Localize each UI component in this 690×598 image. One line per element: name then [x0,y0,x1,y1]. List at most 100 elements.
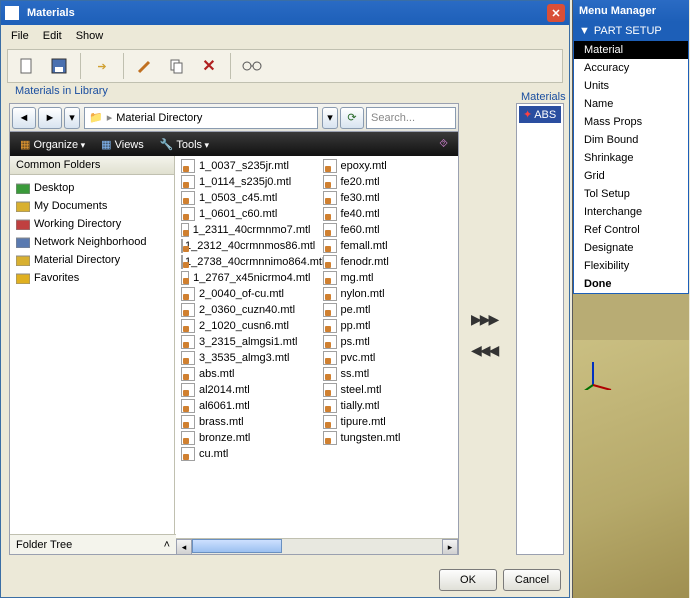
help-icon[interactable]: ⯑ [439,138,448,151]
axes-icon [583,360,613,390]
mtl-file-icon [181,175,195,189]
views-menu[interactable]: ▦ Views [101,138,144,151]
menu-file[interactable]: File [11,30,29,42]
file-item[interactable]: fe60.mtl [317,222,459,238]
titlebar[interactable]: Materials ✕ [1,1,569,25]
folder-item[interactable]: Favorites [12,269,172,287]
mm-item[interactable]: Ref Control [574,221,688,239]
cancel-button[interactable]: Cancel [503,569,561,591]
file-item[interactable]: nylon.mtl [317,286,459,302]
close-button[interactable]: ✕ [547,4,565,22]
menu-show[interactable]: Show [76,30,104,42]
folder-item[interactable]: Network Neighborhood [12,233,172,251]
file-item[interactable]: tially.mtl [317,398,459,414]
arrow-icon[interactable]: ➔ [91,55,113,77]
file-item[interactable]: 1_0503_c45.mtl [175,190,317,206]
file-item[interactable]: 1_2738_40crmnnimo864.mtl [175,254,317,270]
mm-item[interactable]: Tol Setup [574,185,688,203]
file-item[interactable]: 1_0037_s235jr.mtl [175,158,317,174]
mm-item[interactable]: Name [574,95,688,113]
refresh-button[interactable]: ⟳ [340,107,364,129]
mm-item[interactable]: Material [574,41,688,59]
mm-item[interactable]: Shrinkage [574,149,688,167]
file-item[interactable]: fenodr.mtl [317,254,459,270]
folder-item[interactable]: Working Directory [12,215,172,233]
remove-button[interactable]: ◀◀◀ [471,342,497,359]
file-item[interactable]: al6061.mtl [175,398,317,414]
file-item[interactable]: 2_1020_cusn6.mtl [175,318,317,334]
folder-item[interactable]: Desktop [12,179,172,197]
breadcrumb-dropdown[interactable]: ▾ [322,107,338,129]
scroll-right[interactable]: ▸ [442,539,458,555]
file-item[interactable]: 1_2311_40crmnmo7.mtl [175,222,317,238]
history-dropdown[interactable]: ▾ [64,107,80,129]
forward-button[interactable]: ► [38,107,62,129]
tools-menu[interactable]: 🔧 Tools [160,138,209,151]
ok-button[interactable]: OK [439,569,497,591]
organize-menu[interactable]: ▦ Organize [20,138,85,151]
file-item[interactable]: 2_0040_of-cu.mtl [175,286,317,302]
file-item[interactable]: pe.mtl [317,302,459,318]
mm-item[interactable]: Interchange [574,203,688,221]
file-item[interactable]: fe20.mtl [317,174,459,190]
file-item[interactable]: abs.mtl [175,366,317,382]
darkbar: ▦ Organize ▦ Views 🔧 Tools ⯑ [10,132,458,156]
file-item[interactable]: 3_2315_almgsi1.mtl [175,334,317,350]
file-item[interactable]: tungsten.mtl [317,430,459,446]
file-item[interactable]: fe30.mtl [317,190,459,206]
file-item[interactable]: steel.mtl [317,382,459,398]
file-item[interactable]: femall.mtl [317,238,459,254]
mtl-file-icon [181,287,195,301]
copy-icon[interactable] [166,55,188,77]
folder-item[interactable]: Material Directory [12,251,172,269]
back-button[interactable]: ◄ [12,107,36,129]
mm-item[interactable]: Grid [574,167,688,185]
file-item[interactable]: brass.mtl [175,414,317,430]
mtl-file-icon [323,239,337,253]
file-item[interactable]: tipure.mtl [317,414,459,430]
save-icon[interactable] [48,55,70,77]
glasses-icon[interactable] [241,55,263,77]
file-item[interactable]: 3_3535_almg3.mtl [175,350,317,366]
file-item[interactable]: bronze.mtl [175,430,317,446]
search-input[interactable]: Search... [366,107,456,129]
breadcrumb-root[interactable]: Material Directory [116,112,202,124]
mm-item[interactable]: Mass Props [574,113,688,131]
delete-icon[interactable]: ✕ [198,55,220,77]
file-item[interactable]: 1_0601_c60.mtl [175,206,317,222]
file-item[interactable]: epoxy.mtl [317,158,459,174]
file-name: 1_2312_40crmnmos86.mtl [185,240,315,252]
folder-item[interactable]: My Documents [12,197,172,215]
file-item[interactable]: ps.mtl [317,334,459,350]
file-item[interactable]: cu.mtl [175,446,317,462]
mm-item[interactable]: Dim Bound [574,131,688,149]
pencil-icon[interactable] [134,55,156,77]
mm-item[interactable]: Units [574,77,688,95]
file-item[interactable]: pvc.mtl [317,350,459,366]
hscrollbar[interactable]: ◂ ▸ [176,538,458,554]
folder-tree-toggle[interactable]: Folder Tree ˄ [10,534,176,554]
menu-edit[interactable]: Edit [43,30,62,42]
file-item[interactable]: 1_2767_x45nicrmo4.mtl [175,270,317,286]
file-item[interactable]: 2_0360_cuzn40.mtl [175,302,317,318]
file-item[interactable]: ss.mtl [317,366,459,382]
scroll-thumb[interactable] [192,539,282,553]
mm-item[interactable]: Designate [574,239,688,257]
mm-item[interactable]: Accuracy [574,59,688,77]
assign-button[interactable]: ▶▶▶ [471,311,497,328]
file-item[interactable]: mg.mtl [317,270,459,286]
file-item[interactable]: al2014.mtl [175,382,317,398]
file-item[interactable]: 1_0114_s235j0.mtl [175,174,317,190]
file-name: pe.mtl [341,304,371,316]
scroll-left[interactable]: ◂ [176,539,192,555]
mm-item[interactable]: Done [574,275,688,293]
mm-item[interactable]: Flexibility [574,257,688,275]
breadcrumb[interactable]: 📁 ▸ Material Directory [84,107,318,129]
file-item[interactable]: 1_2312_40crmnmos86.mtl [175,238,317,254]
file-item[interactable]: fe40.mtl [317,206,459,222]
model-material[interactable]: ✦ ABS [519,106,561,123]
mm-section[interactable]: ▼ PART SETUP [573,22,689,40]
viewport-scene[interactable] [573,340,689,598]
new-icon[interactable] [16,55,38,77]
file-item[interactable]: pp.mtl [317,318,459,334]
